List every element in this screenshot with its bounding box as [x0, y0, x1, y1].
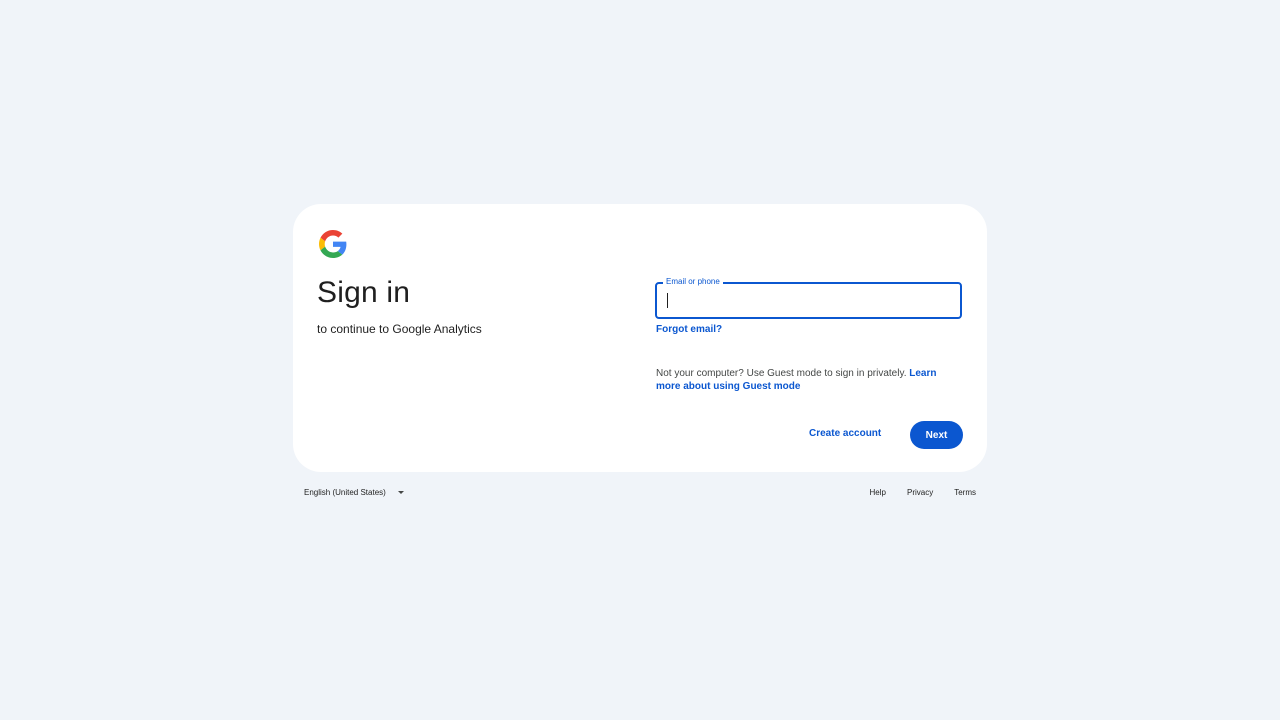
next-button[interactable]: Next — [910, 421, 963, 449]
google-g-icon — [319, 230, 347, 258]
text-cursor — [667, 293, 668, 308]
page-subtitle: to continue to Google Analytics — [317, 322, 482, 336]
email-input[interactable] — [665, 288, 949, 314]
sign-in-card: Sign in to continue to Google Analytics … — [293, 204, 987, 472]
terms-link[interactable]: Terms — [954, 488, 976, 497]
language-label: English (United States) — [304, 488, 386, 497]
forgot-email-link[interactable]: Forgot email? — [656, 324, 722, 335]
email-field-label: Email or phone — [663, 276, 723, 288]
sign-in-page: Sign in to continue to Google Analytics … — [0, 0, 1280, 720]
guest-mode-notice: Not your computer? Use Guest mode to sig… — [656, 367, 956, 393]
email-field[interactable]: Email or phone — [655, 276, 962, 319]
footer: English (United States) Help Privacy Ter… — [293, 486, 987, 502]
dropdown-caret-icon — [397, 491, 404, 494]
guest-mode-text: Not your computer? Use Guest mode to sig… — [656, 368, 907, 379]
language-selector[interactable]: English (United States) — [304, 488, 404, 497]
page-title: Sign in — [317, 276, 411, 309]
create-account-button[interactable]: Create account — [809, 428, 881, 439]
help-link[interactable]: Help — [870, 488, 886, 497]
privacy-link[interactable]: Privacy — [907, 488, 933, 497]
footer-links: Help Privacy Terms — [870, 488, 976, 497]
